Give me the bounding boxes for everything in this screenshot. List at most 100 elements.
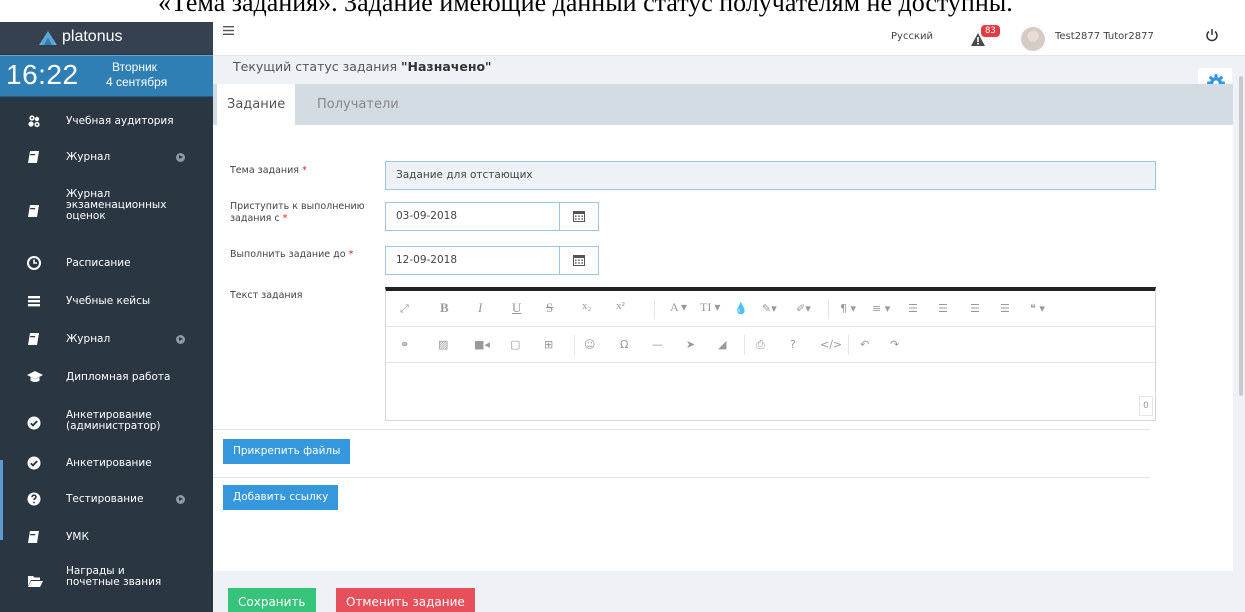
align-icon[interactable]: ≡ ▾ xyxy=(872,302,890,315)
user-name[interactable]: Test2877 Tutor2877 xyxy=(1055,31,1154,42)
sidebar-item-cases[interactable]: Учебные кейсы xyxy=(0,294,213,318)
required-mark: * xyxy=(282,213,288,224)
book-icon xyxy=(28,531,39,543)
select-pointer-icon[interactable]: ➤ xyxy=(686,338,695,351)
notifications-button[interactable]: 83 xyxy=(971,25,1001,50)
image-icon[interactable]: ▨ xyxy=(438,338,448,351)
code-view-icon[interactable]: </> xyxy=(820,338,842,351)
indent-icon[interactable]: ☰ xyxy=(1000,302,1010,315)
clock-widget: 16:22 Вторник 4 сентября xyxy=(0,55,213,97)
link-icon[interactable]: ⚭ xyxy=(400,338,409,351)
fullscreen-icon[interactable]: ⤢ xyxy=(400,302,409,316)
magic-wand-icon[interactable]: ✐▾ xyxy=(796,302,811,315)
calendar-icon xyxy=(573,255,585,266)
ordered-list-icon[interactable]: ☰ xyxy=(908,302,918,315)
add-link-button[interactable]: Добавить ссылку xyxy=(223,485,339,510)
subscript-icon[interactable]: x₂ xyxy=(582,300,591,312)
page-scrollbar[interactable] xyxy=(1239,76,1243,396)
hamburger-menu-icon[interactable] xyxy=(223,26,234,35)
sidebar-item-label: Журнал xyxy=(66,333,111,345)
calendar-icon xyxy=(573,211,585,222)
help-icon[interactable]: ? xyxy=(790,338,796,351)
quote-icon[interactable]: ❝ ▾ xyxy=(1030,302,1045,315)
required-mark: * xyxy=(302,165,307,176)
sidebar-item-label: Тестирование xyxy=(66,493,144,505)
file-icon[interactable]: ▢ xyxy=(510,338,520,351)
eraser-icon[interactable]: ◢ xyxy=(718,338,726,351)
due-date-calendar-button[interactable] xyxy=(559,246,599,275)
avatar[interactable] xyxy=(1021,27,1045,51)
sidebar-item-awards[interactable]: Награды и почетные звания xyxy=(0,562,213,596)
table-icon[interactable]: ⊞ xyxy=(544,338,553,351)
topic-input[interactable]: Задание для отстающих xyxy=(385,161,1156,190)
sidebar-item-testing[interactable]: Тестирование xyxy=(0,492,213,516)
sidebar-item-label: Журнал экзаменационных оценок xyxy=(66,188,167,222)
color-drop-icon[interactable]: 💧 xyxy=(734,302,748,315)
task-text-label: Текст задания xyxy=(230,290,303,301)
strikethrough-icon[interactable]: S xyxy=(546,300,553,316)
notification-count-badge: 83 xyxy=(981,25,1000,37)
sidebar-item-journal[interactable]: Журнал xyxy=(0,150,213,174)
undo-icon[interactable]: ↶ xyxy=(860,338,869,351)
sidebar-item-thesis[interactable]: Дипломная работа xyxy=(0,370,213,394)
start-date-calendar-button[interactable] xyxy=(559,202,599,231)
italic-icon[interactable]: I xyxy=(478,300,482,316)
due-date-label: Выполнить задание до * xyxy=(230,249,353,261)
editor-toolbar-row-2: ⚭ ▨ ■◂ ▢ ⊞ ☺ Ω — ➤ ◢ ⎙ ? </> ↶ ↷ xyxy=(386,327,1155,363)
emoticon-icon[interactable]: ☺ xyxy=(584,338,595,351)
logo[interactable]: platonus xyxy=(0,22,213,54)
clock-weekday: Вторник xyxy=(112,60,157,74)
divider xyxy=(213,429,1150,430)
save-button[interactable]: Сохранить xyxy=(228,588,316,612)
outdent-icon[interactable]: ☰ xyxy=(970,302,980,315)
sidebar-item-journal-2[interactable]: Журнал xyxy=(0,332,213,356)
chevron-right-icon xyxy=(176,153,185,162)
toolbar-separator xyxy=(574,335,575,355)
tab-recipients[interactable]: Получатели xyxy=(307,84,409,125)
question-circle-icon xyxy=(27,492,41,506)
clock-date: 4 сентября xyxy=(106,75,168,89)
font-family-icon[interactable]: A ▾ xyxy=(670,300,687,315)
language-selector[interactable]: Русский xyxy=(891,31,933,42)
editor-text-area[interactable] xyxy=(386,363,1155,419)
sidebar-item-label: Награды и почетные звания xyxy=(66,565,162,588)
top-header: Русский 83 Test2877 Tutor2877 xyxy=(213,22,1245,56)
sidebar-item-label: Анкетирование xyxy=(66,457,152,469)
bold-icon[interactable]: B xyxy=(440,300,449,316)
special-chars-icon[interactable]: Ω xyxy=(620,338,628,351)
sidebar-item-umk[interactable]: УМК xyxy=(0,530,213,554)
sidebar-item-schedule[interactable]: Расписание xyxy=(0,256,213,280)
due-date-input[interactable]: 12-09-2018 xyxy=(385,246,560,275)
sidebar-item-classroom[interactable]: Учебная аудитория xyxy=(0,114,213,138)
users-icon xyxy=(28,115,40,128)
check-circle-icon xyxy=(27,456,41,470)
sidebar-item-survey-admin[interactable]: Анкетирование (администратор) xyxy=(0,406,213,440)
book-icon xyxy=(28,205,39,217)
sidebar-item-survey[interactable]: Анкетирование xyxy=(0,456,213,480)
rich-text-editor: ⤢ B I U S x₂ x² A ▾ TI ▾ 💧 ✎▾ ✐▾ ¶ ▾ ≡ ▾… xyxy=(385,287,1156,421)
print-icon[interactable]: ⎙ xyxy=(756,338,765,352)
sidebar-item-exam-journal[interactable]: Журнал экзаменационных оценок xyxy=(0,186,213,234)
underline-icon[interactable]: U xyxy=(512,300,521,316)
cancel-task-button[interactable]: Отменить задание xyxy=(336,588,475,612)
sidebar-item-label: Учебные кейсы xyxy=(66,295,151,307)
horizontal-line-icon[interactable]: — xyxy=(652,338,663,351)
tab-task[interactable]: Задание xyxy=(217,84,296,125)
attach-files-button[interactable]: Прикрепить файлы xyxy=(223,439,351,464)
redo-icon[interactable]: ↷ xyxy=(890,338,899,351)
topic-label-text: Тема задания xyxy=(230,165,300,176)
sidebar-item-label: Дипломная работа xyxy=(66,371,171,383)
paint-brush-icon[interactable]: ✎▾ xyxy=(762,302,777,315)
paragraph-icon[interactable]: ¶ ▾ xyxy=(840,302,856,315)
task-status-label: Текущий статус задания xyxy=(233,59,402,74)
unordered-list-icon[interactable]: ☰ xyxy=(938,302,948,315)
font-size-icon[interactable]: TI ▾ xyxy=(700,300,720,315)
sidebar-item-label: Журнал xyxy=(66,151,111,163)
logout-power-icon[interactable] xyxy=(1205,28,1219,42)
superscript-icon[interactable]: x² xyxy=(616,300,625,312)
check-circle-icon xyxy=(27,416,41,430)
video-icon[interactable]: ■◂ xyxy=(474,338,490,351)
start-date-label-text: Приступить к выполнению задания с xyxy=(230,201,365,224)
task-status: Текущий статус задания "Назначено" xyxy=(233,59,492,74)
start-date-input[interactable]: 03-09-2018 xyxy=(385,202,560,231)
